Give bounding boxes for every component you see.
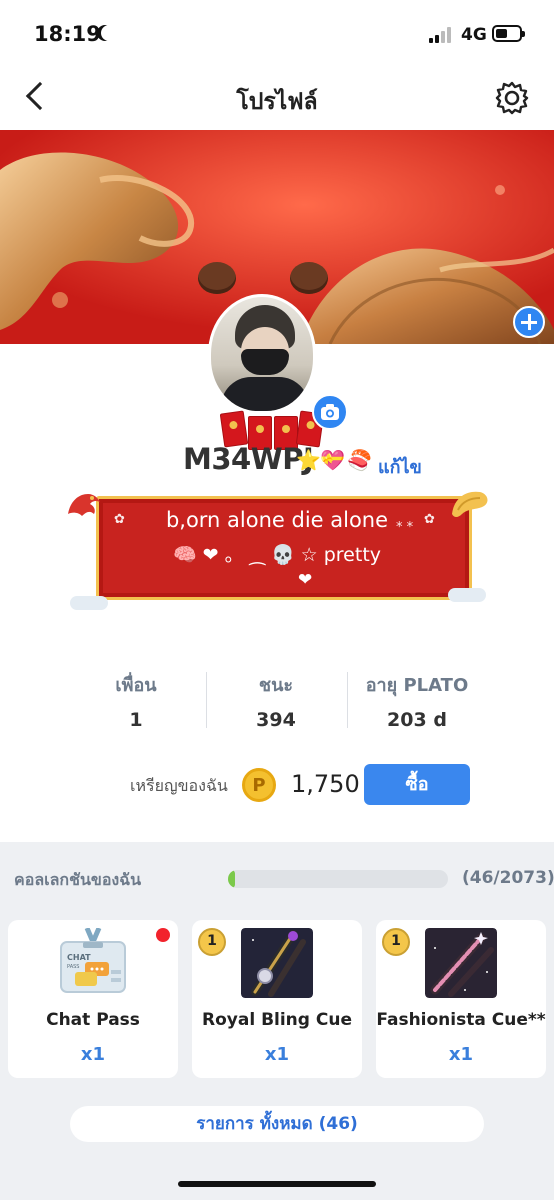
edit-profile-link[interactable]: แก้ไข	[378, 452, 422, 481]
collection-item-fashionista-cue[interactable]: 1 Fashionista Cue** x1	[376, 920, 546, 1078]
new-item-dot	[156, 928, 170, 942]
collection-progress-fill	[228, 870, 235, 888]
bio-text-line-2: 🧠 ❤ 。 ⁔ 💀 ☆ pretty	[172, 544, 382, 566]
coin-icon: P	[242, 768, 276, 802]
bio-banner: ✿ ✿ * * b,orn alone die alone 🧠 ❤ 。 ⁔ 💀 …	[62, 484, 492, 612]
item-name: Fashionista Cue**	[376, 1010, 546, 1030]
coin-row: เหรียญของฉัน P 1,750 ซื้อ	[0, 764, 554, 806]
signal-icon	[429, 27, 455, 43]
collection-count: (46/2073)	[462, 868, 554, 888]
bio-text-line-1: b,orn alone die alone	[165, 508, 389, 532]
svg-text:PASS: PASS	[67, 964, 79, 970]
frame-bun-right	[290, 262, 328, 294]
chat-pass-icon: CHAT PASS	[60, 928, 126, 993]
star-emoji: ⭐	[296, 448, 321, 472]
item-name: Royal Bling Cue	[202, 1010, 352, 1030]
avatar[interactable]	[208, 294, 316, 414]
heart-emoji: 💝	[320, 448, 345, 472]
item-quantity: x1	[80, 1044, 106, 1065]
cloud-ornament	[70, 596, 108, 610]
collection-progress-bar	[228, 870, 448, 888]
stat-friends[interactable]: เพื่อน 1	[66, 670, 206, 731]
collection-item-royal-bling-cue[interactable]: 1 Royal Bling Cue x1	[192, 920, 362, 1078]
fashionista-cue-icon	[425, 928, 497, 998]
item-quantity: x1	[448, 1044, 474, 1065]
view-all-items-button[interactable]: รายการ ทั้งหมด (46)	[70, 1106, 484, 1142]
stat-wins: ชนะ 394	[206, 670, 346, 731]
svg-text:CHAT: CHAT	[67, 953, 91, 962]
buy-coins-button[interactable]: ซื้อ	[364, 764, 470, 805]
stat-value: 394	[256, 709, 296, 731]
stat-label: อายุ PLATO	[365, 675, 469, 696]
gear-icon[interactable]	[494, 80, 530, 116]
avatar-frame[interactable]	[196, 262, 356, 462]
frame-bun-left	[198, 262, 236, 294]
battery-icon	[492, 25, 525, 42]
item-name: Chat Pass	[46, 1010, 140, 1030]
rank-badge: 1	[382, 928, 410, 956]
cloud-ornament	[448, 588, 486, 602]
stat-value: 203 d	[387, 709, 447, 731]
profile-stats: เพื่อน 1 ชนะ 394 อายุ PLATO 203 d	[0, 670, 554, 734]
camera-icon[interactable]	[312, 394, 348, 430]
item-quantity: x1	[264, 1044, 290, 1065]
bio-text-line-3: ❤	[298, 570, 313, 590]
nav-bar: โปรไฟล์	[0, 66, 554, 130]
username-row: M34WPJ ⭐ 💝 🍣 แก้ไข	[0, 442, 554, 482]
home-indicator[interactable]	[178, 1181, 376, 1187]
stat-label: ชนะ	[258, 675, 294, 696]
page-title: โปรไฟล์	[236, 89, 318, 115]
status-time: 18:19	[34, 22, 101, 46]
stat-value: 1	[129, 709, 143, 731]
stat-label: เพื่อน	[115, 675, 157, 696]
status-bar: 18:19 4G	[0, 0, 554, 66]
collection-title: คอลเลกชันของฉัน	[14, 870, 142, 889]
royal-bling-cue-icon	[241, 928, 313, 998]
add-banner-button[interactable]	[513, 306, 545, 338]
collection-header: คอลเลกชันของฉัน (46/2073)	[0, 862, 554, 896]
moon-icon	[101, 25, 117, 41]
coin-label: เหรียญของฉัน	[130, 776, 228, 795]
sushi-emoji: 🍣	[347, 448, 372, 472]
collection-item-chat-pass[interactable]: CHAT PASS Chat Pass x1	[8, 920, 178, 1078]
stat-plato-age: อายุ PLATO 203 d	[347, 670, 487, 731]
coin-amount: 1,750	[291, 770, 360, 798]
username: M34WPJ	[183, 442, 314, 476]
network-label: 4G	[461, 25, 487, 45]
rank-badge: 1	[198, 928, 226, 956]
